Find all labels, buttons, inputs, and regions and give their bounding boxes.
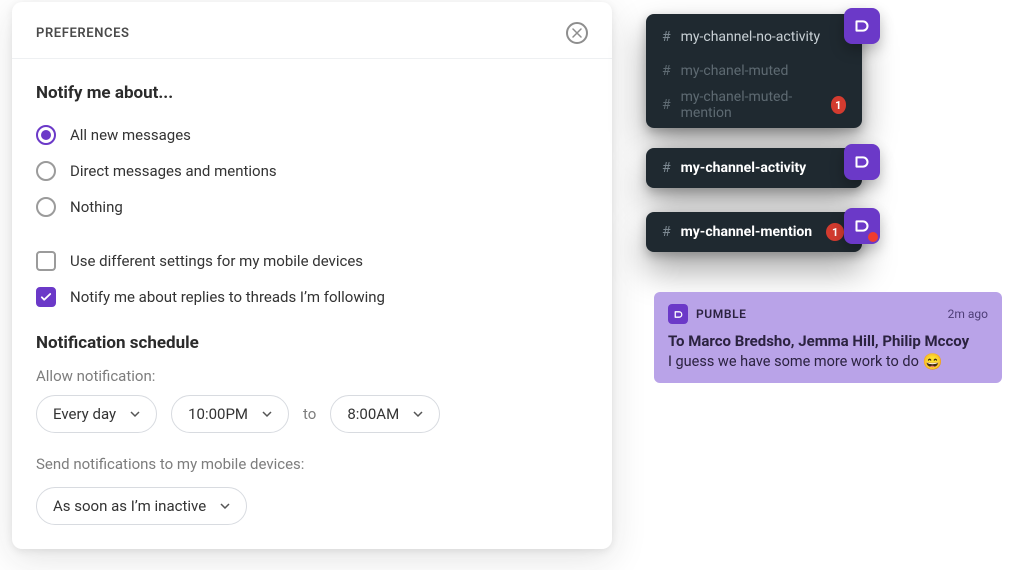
mobile-send-value: As soon as I’m inactive: [53, 497, 206, 515]
mobile-send-label: Send notifications to my mobile devices:: [36, 455, 588, 473]
time-from-value: 10:00PM: [188, 405, 248, 423]
mobile-send-select[interactable]: As soon as I’m inactive: [36, 487, 247, 525]
schedule-row: Every day 10:00PM to 8:00AM: [36, 395, 588, 433]
channel-item[interactable]: # my-chanel-muted: [646, 54, 862, 88]
channel-card-mention: # my-channel-mention 1: [646, 212, 862, 252]
channel-name: my-channel-mention: [681, 224, 813, 240]
time-to-value: 8:00AM: [347, 405, 399, 423]
schedule-heading: Notification schedule: [36, 333, 588, 353]
radio-icon: [36, 161, 56, 181]
channel-name: my-chanel-muted: [681, 63, 789, 79]
channel-name: my-channel-no-activity: [681, 29, 821, 45]
close-icon: [572, 28, 582, 38]
time-to-select[interactable]: 8:00AM: [330, 395, 440, 433]
mention-badge: 1: [831, 96, 846, 114]
channel-card-no-activity: # my-channel-no-activity # my-chanel-mut…: [646, 14, 862, 128]
preferences-body: Notify me about... All new messages Dire…: [12, 59, 612, 525]
app-logo-icon: [668, 304, 688, 324]
toast-timestamp: 2m ago: [948, 307, 988, 321]
channel-item[interactable]: # my-chanel-muted-mention 1: [646, 88, 862, 122]
checkbox-mobile-settings[interactable]: Use different settings for my mobile dev…: [36, 243, 588, 279]
close-button[interactable]: [566, 22, 588, 44]
app-logo-badge: [844, 8, 880, 44]
chevron-down-icon: [130, 409, 140, 419]
channel-item[interactable]: # my-channel-activity: [646, 148, 862, 188]
notification-toast[interactable]: PUMBLE 2m ago To Marco Bredsho, Jemma Hi…: [654, 292, 1002, 383]
pumble-logo-icon: [851, 15, 873, 37]
radio-icon: [36, 125, 56, 145]
channel-name: my-chanel-muted-mention: [681, 89, 821, 121]
day-select[interactable]: Every day: [36, 395, 157, 433]
preferences-header: PREFERENCES: [12, 2, 612, 59]
app-logo-badge: [844, 208, 880, 244]
toast-title: To Marco Bredsho, Jemma Hill, Philip Mcc…: [668, 332, 988, 350]
checkbox-label: Use different settings for my mobile dev…: [70, 252, 363, 270]
notification-dot-icon: [868, 232, 878, 242]
radio-label: Nothing: [70, 198, 123, 216]
day-select-value: Every day: [53, 405, 116, 423]
chevron-down-icon: [262, 409, 272, 419]
hash-icon: #: [662, 63, 671, 79]
notify-heading: Notify me about...: [36, 83, 588, 103]
radio-icon: [36, 197, 56, 217]
toast-app-name: PUMBLE: [696, 307, 747, 321]
radio-label: All new messages: [70, 126, 191, 144]
checkbox-icon: [36, 287, 56, 307]
chevron-down-icon: [413, 409, 423, 419]
preferences-panel: PREFERENCES Notify me about... All new m…: [12, 2, 612, 549]
toast-body: I guess we have some more work to do 😄: [668, 352, 988, 371]
chevron-down-icon: [220, 501, 230, 511]
radio-nothing[interactable]: Nothing: [36, 189, 588, 225]
radio-label: Direct messages and mentions: [70, 162, 277, 180]
time-from-select[interactable]: 10:00PM: [171, 395, 289, 433]
toast-body-text: I guess we have some more work to do: [668, 353, 919, 370]
radio-direct-mentions[interactable]: Direct messages and mentions: [36, 153, 588, 189]
checkbox-thread-replies[interactable]: Notify me about replies to threads I’m f…: [36, 279, 588, 315]
smile-emoji-icon: 😄: [923, 352, 943, 371]
channel-card-activity: # my-channel-activity: [646, 148, 862, 188]
checkbox-icon: [36, 251, 56, 271]
preferences-title: PREFERENCES: [36, 26, 130, 41]
toast-header: PUMBLE 2m ago: [668, 304, 988, 324]
channel-name: my-channel-activity: [681, 160, 807, 176]
channel-item[interactable]: # my-channel-no-activity: [646, 20, 862, 54]
mention-badge: 1: [826, 223, 844, 241]
to-label: to: [303, 405, 316, 423]
hash-icon: #: [662, 29, 671, 45]
checkbox-label: Notify me about replies to threads I’m f…: [70, 288, 385, 306]
pumble-logo-icon: [851, 151, 873, 173]
hash-icon: #: [662, 224, 671, 240]
channel-item[interactable]: # my-channel-mention 1: [646, 212, 862, 252]
hash-icon: #: [662, 97, 671, 113]
allow-label: Allow notification:: [36, 367, 588, 385]
app-logo-badge: [844, 144, 880, 180]
hash-icon: #: [662, 160, 671, 176]
radio-all-new-messages[interactable]: All new messages: [36, 117, 588, 153]
